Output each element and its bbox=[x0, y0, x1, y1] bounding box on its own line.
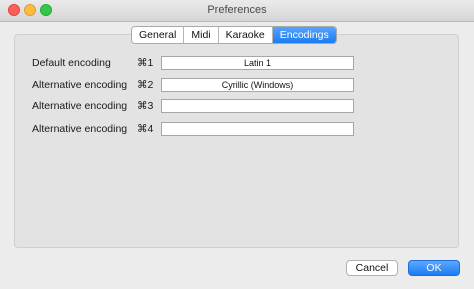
encoding-shortcut: ⌘2 bbox=[137, 79, 154, 91]
alternative-encoding-field-4[interactable] bbox=[161, 122, 354, 136]
encoding-label: Alternative encoding bbox=[32, 123, 128, 135]
preferences-tabs: General Midi Karaoke Encodings bbox=[131, 26, 337, 44]
encoding-label: Alternative encoding bbox=[32, 100, 128, 112]
encoding-shortcut: ⌘3 bbox=[137, 100, 154, 112]
alternative-encoding-field-3[interactable] bbox=[161, 99, 354, 113]
encoding-shortcut: ⌘1 bbox=[137, 57, 154, 69]
ok-button[interactable]: OK bbox=[408, 260, 460, 276]
preferences-window: Preferences General Midi Karaoke Encodin… bbox=[0, 0, 474, 289]
alternative-encoding-field-2[interactable]: Cyrillic (Windows) bbox=[161, 78, 354, 92]
encoding-label: Default encoding bbox=[32, 57, 111, 69]
tab-karaoke[interactable]: Karaoke bbox=[218, 27, 273, 43]
window-title: Preferences bbox=[207, 4, 267, 16]
tab-midi[interactable]: Midi bbox=[184, 27, 219, 43]
title-bar[interactable]: Preferences bbox=[0, 0, 474, 22]
encoding-label: Alternative encoding bbox=[32, 79, 128, 91]
default-encoding-field[interactable]: Latin 1 bbox=[161, 56, 354, 70]
tab-general[interactable]: General bbox=[132, 27, 185, 43]
tab-encodings[interactable]: Encodings bbox=[272, 27, 336, 43]
encoding-shortcut: ⌘4 bbox=[137, 123, 154, 135]
cancel-button[interactable]: Cancel bbox=[346, 260, 398, 276]
